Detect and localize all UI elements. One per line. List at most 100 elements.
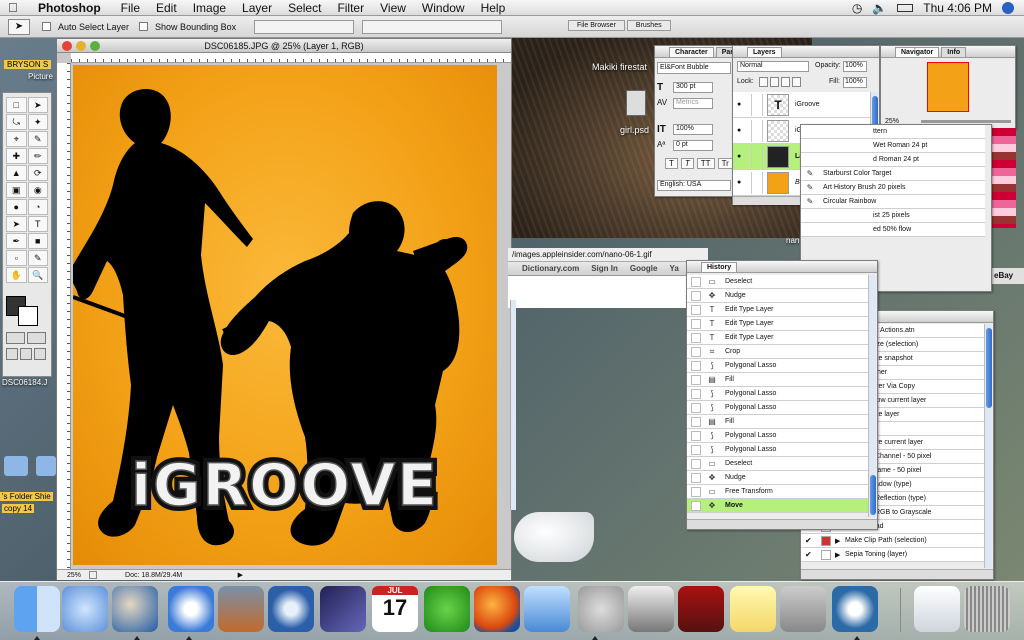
ical-icon[interactable]: JUL 17 (372, 586, 418, 632)
healing-tool-icon[interactable]: ✚ (6, 148, 27, 164)
history-state-row[interactable]: ⟆ Polygonal Lasso (687, 429, 869, 443)
standard-mode-button[interactable] (6, 332, 25, 344)
document-icon[interactable] (914, 586, 960, 632)
tab-history[interactable]: History (701, 262, 738, 272)
visibility-eye-icon[interactable]: ● (737, 127, 751, 134)
opacity-field[interactable]: 100% (843, 61, 867, 72)
bookmark-item[interactable]: Ya (669, 264, 678, 273)
printer-icon[interactable] (628, 586, 674, 632)
desktop-label[interactable]: BRYSON S (4, 60, 52, 69)
safari-icon[interactable] (168, 586, 214, 632)
desktop-label[interactable]: Makiki firestat (592, 62, 647, 72)
zoom-readout[interactable]: 25% (67, 572, 81, 579)
tool-preset-row[interactable]: d Roman 24 pt (801, 153, 985, 167)
tool-preset-row[interactable]: ✎ Circular Rainbow (801, 195, 985, 209)
path-select-tool-icon[interactable]: ➤ (6, 216, 27, 232)
tab-navigator[interactable]: Navigator (895, 47, 940, 57)
visibility-eye-icon[interactable]: ● (737, 101, 751, 108)
font-size-field[interactable]: 300 pt (673, 82, 713, 93)
battery-icon[interactable] (897, 3, 914, 12)
dvd-player-icon[interactable] (268, 586, 314, 632)
history-source-box[interactable] (691, 388, 701, 399)
file-thumbnail-icon[interactable] (626, 90, 646, 116)
layers-panel-titlebar[interactable]: Layers (733, 46, 879, 58)
history-state-row[interactable]: ▤ Fill (687, 373, 869, 387)
history-state-row[interactable]: T Edit Type Layer (687, 331, 869, 345)
folder-icon[interactable] (36, 456, 56, 476)
system-prefs-icon[interactable] (780, 586, 826, 632)
photo-booth-icon[interactable] (678, 586, 724, 632)
ichat-icon[interactable] (424, 586, 470, 632)
expand-triangle-icon[interactable]: ▶ (835, 537, 845, 545)
actions-scrollbar[interactable] (984, 324, 992, 568)
history-source-box[interactable] (691, 402, 701, 413)
dodge-tool-icon[interactable]: ◔ (27, 199, 48, 215)
eraser-tool-icon[interactable]: ▣ (6, 182, 27, 198)
document-titlebar[interactable]: DSC06185.JPG @ 25% (Layer 1, RGB) (57, 39, 511, 53)
pen-tool-icon[interactable]: ✒ (6, 233, 27, 249)
kerning-field[interactable]: Metrics (673, 98, 713, 109)
dialog-toggle[interactable] (821, 549, 831, 560)
lock-transparency-icon[interactable] (759, 77, 768, 87)
marquee-tool-icon[interactable]: □ (6, 97, 27, 113)
history-source-box[interactable] (691, 360, 701, 371)
distribute-buttons[interactable] (362, 19, 503, 34)
bookmark-item[interactable]: Google (630, 264, 658, 273)
history-state-row[interactable]: ⟆ Polygonal Lasso (687, 387, 869, 401)
bucket-tool-icon[interactable]: ◉ (27, 182, 48, 198)
status-arrow-icon[interactable]: ▶ (238, 571, 243, 579)
history-source-box[interactable] (691, 318, 701, 329)
history-source-box[interactable] (691, 430, 701, 441)
layer-row[interactable]: ● TiGroove (733, 92, 871, 118)
lock-all-icon[interactable] (792, 77, 801, 87)
navigator-panel-titlebar[interactable]: Navigator Info (881, 46, 1015, 58)
menu-layer[interactable]: Layer (242, 1, 272, 15)
history-state-row[interactable]: T Edit Type Layer (687, 317, 869, 331)
link-slot[interactable] (751, 93, 763, 116)
dialog-toggle[interactable] (821, 535, 831, 546)
minimize-icon[interactable] (76, 41, 86, 51)
tool-preset-row[interactable]: ✎ Starburst Color Target (801, 167, 985, 181)
tab-file-browser[interactable]: File Browser (568, 20, 625, 31)
spotlight-icon[interactable] (1002, 1, 1014, 14)
menu-help[interactable]: Help (481, 1, 506, 15)
screen-mode-button[interactable] (20, 348, 32, 360)
menu-edit[interactable]: Edit (156, 1, 177, 15)
align-buttons[interactable] (254, 19, 355, 34)
action-row[interactable]: ✔ ▶ Sepia Toning (layer) (801, 548, 985, 562)
history-state-row[interactable]: ✥ Move (687, 499, 869, 513)
move-tool-icon[interactable]: ➤ (8, 18, 30, 35)
status-menu-button[interactable] (89, 571, 98, 579)
faux-italic-button[interactable]: T (680, 158, 694, 169)
eyedropper-tool-icon[interactable]: ✎ (27, 250, 48, 266)
expand-triangle-icon[interactable]: ▶ (835, 551, 845, 559)
menu-select[interactable]: Select (288, 1, 321, 15)
all-caps-button[interactable]: TT (696, 158, 715, 169)
screen-mode-button[interactable] (34, 348, 46, 360)
iweb-icon[interactable] (524, 586, 570, 632)
tool-preset-row[interactable]: ed 50% flow (801, 223, 985, 237)
link-slot[interactable] (751, 145, 763, 168)
crop-tool-icon[interactable]: ⌖ (6, 131, 27, 147)
history-source-box[interactable] (691, 444, 701, 455)
font-family-select[interactable]: El&Font Bubble (657, 62, 731, 74)
browser-url[interactable]: /images.appleinsider.com/nano-06-1.gif (508, 248, 708, 262)
browser-scrollbar[interactable] (510, 300, 516, 510)
tab-info[interactable]: Info (941, 47, 967, 57)
history-source-box[interactable] (691, 304, 701, 315)
bounding-box-checkbox[interactable] (139, 22, 149, 31)
firefox-icon[interactable] (474, 586, 520, 632)
move-tool-icon[interactable]: ➤ (27, 97, 48, 113)
menu-view[interactable]: View (380, 1, 406, 15)
brush-tool-icon[interactable]: ✏ (27, 148, 48, 164)
scissors-icon[interactable] (578, 586, 624, 632)
menu-filter[interactable]: Filter (337, 1, 364, 15)
navigator-thumbnail[interactable] (927, 62, 969, 112)
image-canvas[interactable]: iGROOVE iGROOVE (72, 65, 497, 565)
stamp-tool-icon[interactable]: ▲ (6, 165, 27, 181)
link-slot[interactable] (751, 119, 763, 142)
lock-position-icon[interactable] (781, 77, 790, 87)
screen-mode-button[interactable] (6, 348, 18, 360)
baseline-field[interactable]: 0 pt (673, 140, 713, 151)
history-state-row[interactable]: ▭ Deselect (687, 457, 869, 471)
